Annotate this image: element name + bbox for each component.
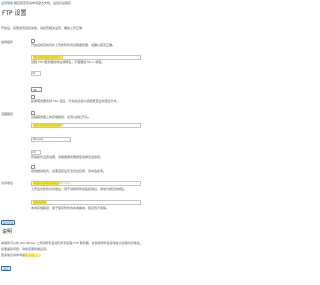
passive-help: 启用被动模式，如果连接后无法列出目录，请勾选此项。 [31,169,107,173]
top-note-text: 相应配置项请参考官方文档，设置好后保存 [13,1,71,5]
top-note: 设置帮助 相应配置项请参考官方文档，设置好后保存 [1,1,71,5]
enable-label: 启用插件 [1,40,14,44]
section-intro: 开启后，如果发现连接失败，请检查相关设置，确保上传正确 [1,26,83,30]
note-3-highlight [25,254,41,257]
local-value: /uploads [33,200,46,204]
path-help: 远程服务器上的存储路径，必须以斜杠开头。 [31,115,92,119]
mode-value: 10 [32,150,36,154]
url-label: 访问地址 [1,181,14,185]
timeout-select[interactable]: 90 [31,87,42,92]
section-title: FTP 设置 [2,10,27,17]
path-label: 远程路径 [1,112,14,116]
local-help: 本地存储路径，用于保存附件的本地副本，留空则不保留。 [31,206,110,210]
host-value: ftp.example.com [33,55,59,59]
note-2: 如果遇到问题，请检查服务器设置。 [1,247,50,251]
help-link[interactable]: 设置帮助 [1,1,13,5]
note-1: 本插件可以将 WordPress 上传的附件自动同步到远程 FTP 服务器，并替… [1,241,143,245]
save-button[interactable]: 保存更改 [1,220,15,225]
local-input[interactable] [31,200,141,205]
url-help: 上传后文件的访问地址，用于替换附件的链接地址，通常为绑定的域名。 [31,187,128,191]
path-value: /wp-content/uploads [33,123,64,127]
host-help: 远程 FTP 服务器的地址或域名，不需要加 ftp:// 前缀。 [31,60,105,64]
bottom-save-button[interactable]: 保存 [1,266,11,271]
user-value: ftpuser [33,137,44,141]
section2-title: 说明 [2,229,13,235]
enable-help: 开启后将自动同步上传的附件到远程服务器，请确认配置正确。 [31,43,116,47]
url-value: https://cdn.example.com [33,181,71,185]
ssl-help: 如果服务器支持 SSL 连接，可勾选此项以使用更安全的连接方式。 [31,99,120,103]
mode-help: 传输模式设置说明，请根据服务器类型选择合适的值。 [31,155,104,159]
timeout-value: 90 [33,88,37,92]
port-value: 21 [32,71,36,75]
